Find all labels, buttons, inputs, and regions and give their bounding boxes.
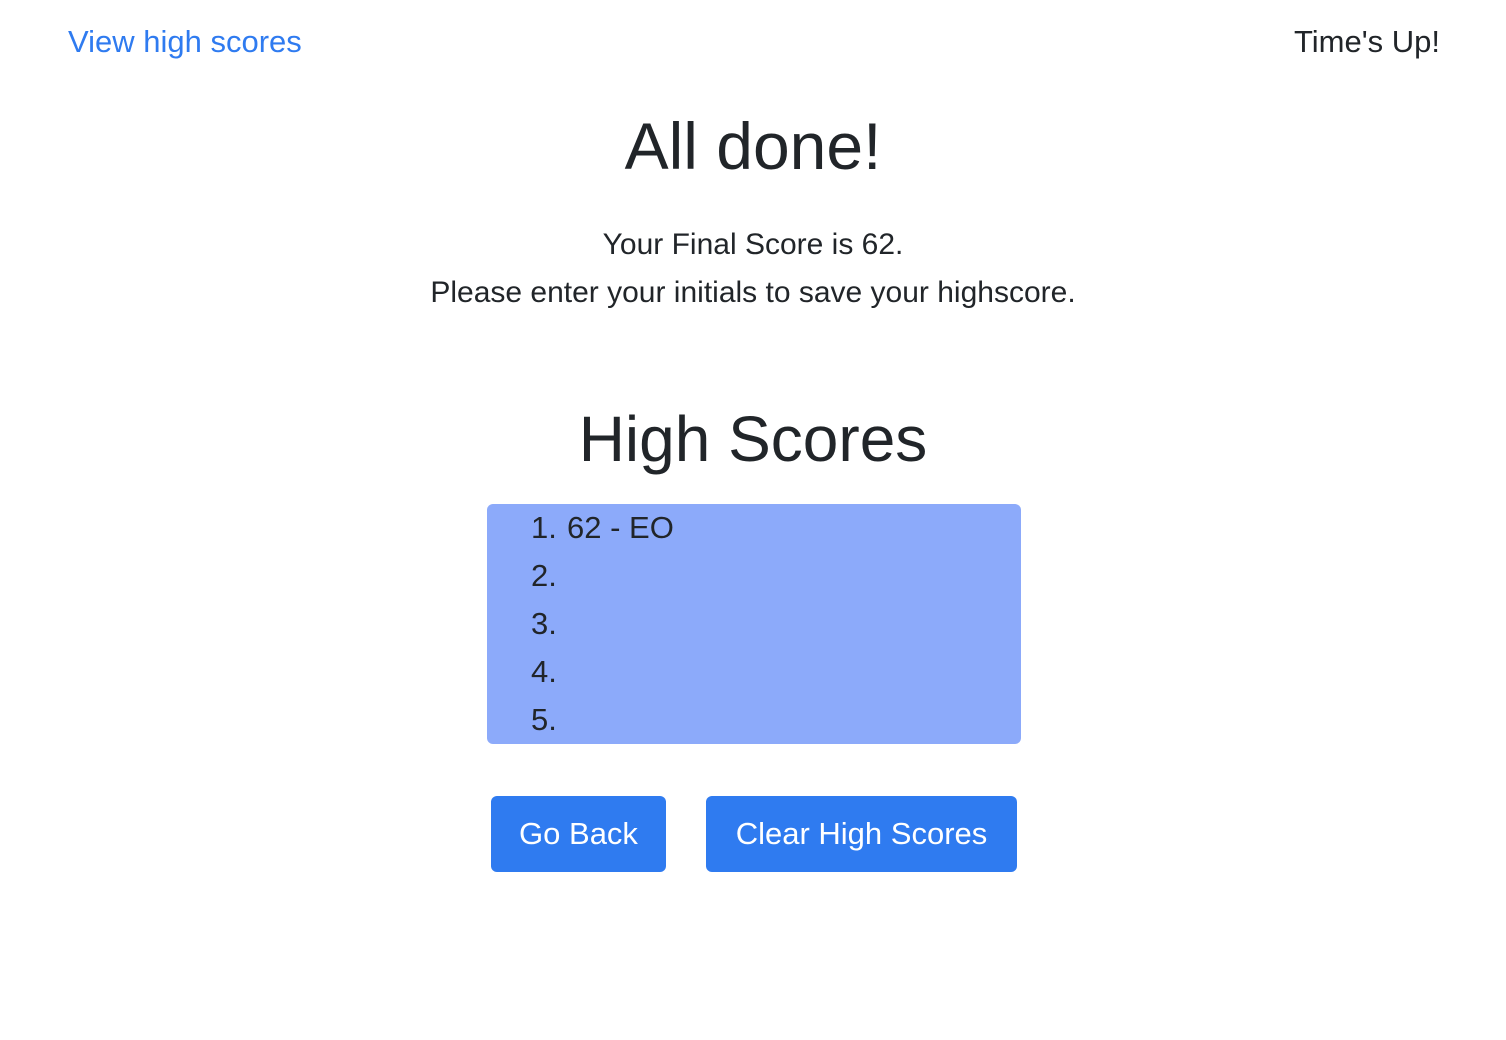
score-entry: 62 - EO: [567, 510, 674, 545]
clear-high-scores-button[interactable]: Clear High Scores: [706, 796, 1017, 872]
list-item: 2.: [487, 552, 1021, 600]
list-item: 3.: [487, 600, 1021, 648]
list-item: 1. 62 - EO: [487, 504, 1021, 552]
results-title: All done!: [624, 109, 882, 183]
high-scores-title: High Scores: [578, 403, 928, 475]
score-rank: 5.: [531, 702, 557, 737]
page: View high scores Time's Up! All done! Yo…: [0, 0, 1506, 1040]
save-instruction-text: Please enter your initials to save your …: [430, 276, 1076, 309]
score-rank: 4.: [531, 654, 557, 689]
final-score-text: Your Final Score is 62.: [602, 228, 904, 261]
score-rank: 3.: [531, 606, 557, 641]
score-rank: 1.: [531, 510, 557, 545]
view-high-scores-link[interactable]: View high scores: [68, 24, 302, 60]
timer-status: Time's Up!: [1293, 24, 1440, 59]
go-back-button[interactable]: Go Back: [491, 796, 666, 872]
list-item: 5.: [487, 696, 1021, 744]
list-item: 4.: [487, 648, 1021, 696]
high-scores-list: 1. 62 - EO 2. 3. 4. 5.: [487, 504, 1021, 744]
score-rank: 2.: [531, 558, 557, 593]
